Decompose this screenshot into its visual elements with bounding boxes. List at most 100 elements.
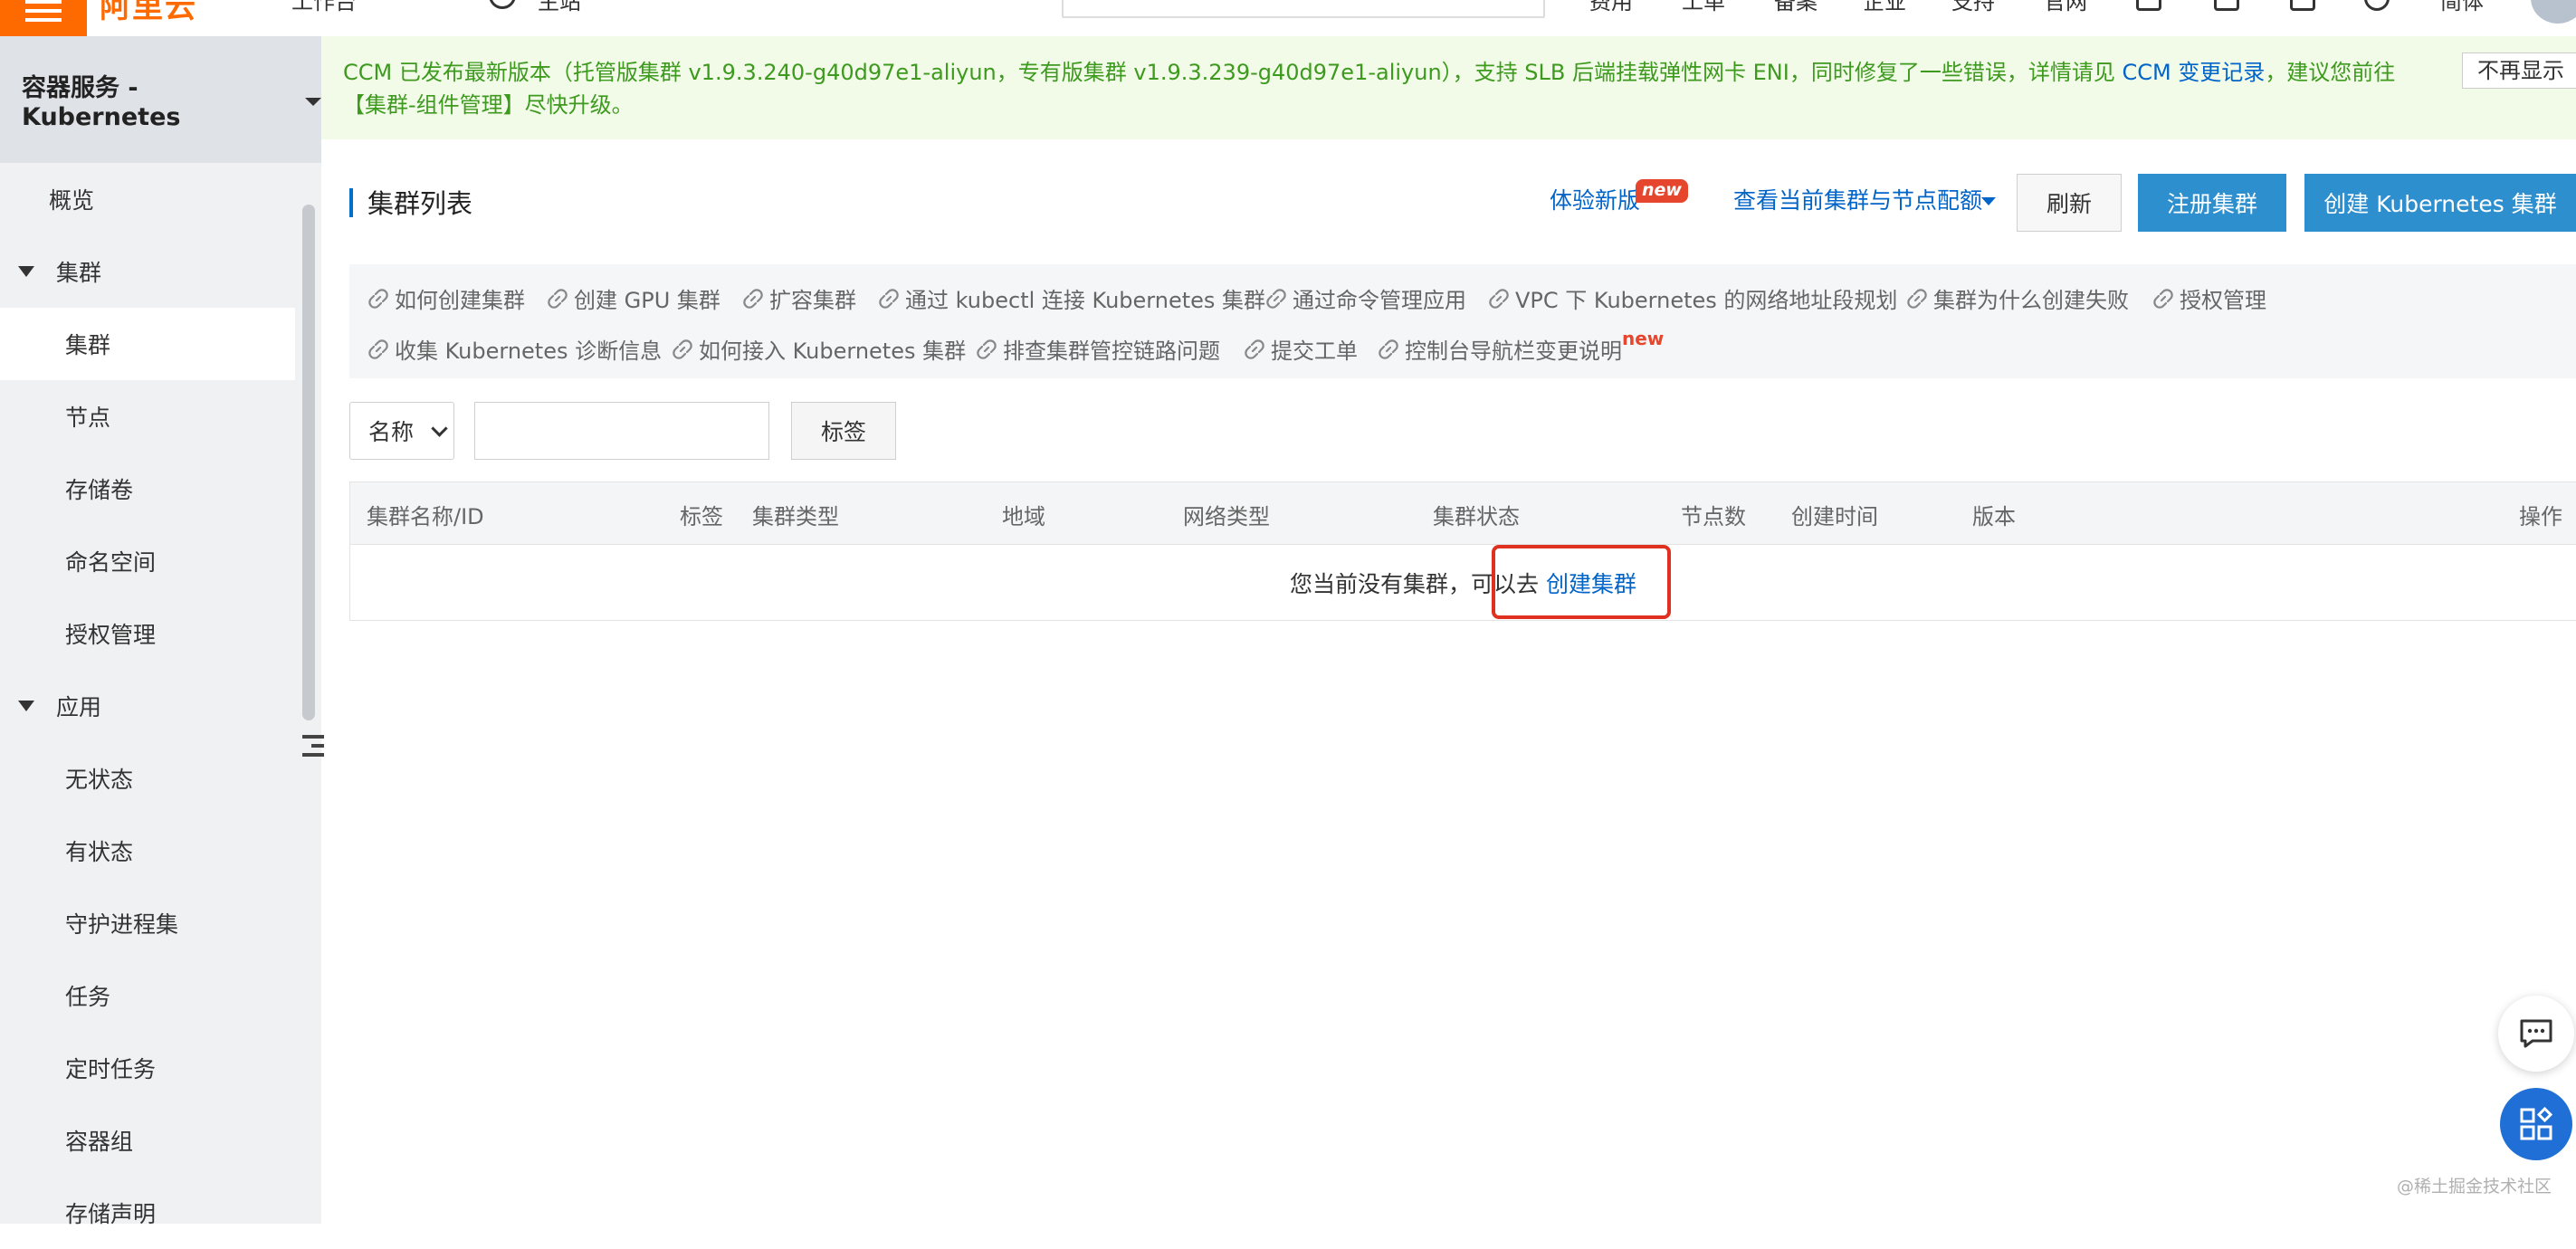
sidebar-item-overview[interactable]: 概览 xyxy=(0,163,295,235)
triangle-down-icon xyxy=(18,701,34,711)
home-icon xyxy=(489,0,516,9)
sidebar-scrollbar[interactable] xyxy=(302,205,315,720)
main-site-link[interactable]: 主站 xyxy=(538,0,581,15)
sidebar-item-nodes[interactable]: 节点 xyxy=(0,380,295,453)
sidebar-item-namespaces[interactable]: 命名空间 xyxy=(0,525,295,597)
sidebar-item-pods[interactable]: 容器组 xyxy=(0,1104,295,1177)
quota-dropdown-link[interactable]: 查看当前集群与节点配额 xyxy=(1733,183,1982,215)
sidebar-item-label: 概览 xyxy=(49,187,95,214)
hamburger-menu-button[interactable] xyxy=(0,0,87,36)
sidebar-item-cronjobs[interactable]: 定时任务 xyxy=(0,1032,295,1104)
create-kubernetes-cluster-button[interactable]: 创建 Kubernetes 集群 xyxy=(2304,174,2576,232)
try-new-version-link[interactable]: 体验新版 xyxy=(1550,183,1640,215)
sidebar-item-daemonsets[interactable]: 守护进程集 xyxy=(0,887,295,959)
dismiss-notice-button[interactable]: 不再显示 xyxy=(2462,52,2576,89)
help-link-label: VPC 下 Kubernetes 的网络地址段规划 xyxy=(1515,288,1898,313)
help-link-how-to-create[interactable]: 如何创建集群 xyxy=(367,282,525,314)
help-link-label: 扩容集群 xyxy=(769,288,856,313)
sidebar-item-statefulsets[interactable]: 有状态 xyxy=(0,815,295,887)
feedback-chat-button[interactable] xyxy=(2498,996,2574,1072)
sidebar-item-label: 定时任务 xyxy=(65,1056,157,1082)
sidebar-item-jobs[interactable]: 任务 xyxy=(0,959,295,1032)
column-header-type: 集群类型 xyxy=(752,504,839,529)
column-header-status: 集群状态 xyxy=(1433,504,1520,529)
top-nav-website[interactable]: 官网 xyxy=(2044,0,2087,15)
global-search-input[interactable] xyxy=(1062,0,1545,18)
filter-field-select[interactable]: 名称 xyxy=(349,402,454,460)
sidebar-item-pvcs[interactable]: 存储声明 xyxy=(0,1177,295,1249)
sidebar-item-volumes[interactable]: 存储卷 xyxy=(0,453,295,525)
sidebar: 容器服务 - Kubernetes 概览 集群 集群 节点 存储卷 命名空间 授… xyxy=(0,36,324,1227)
link-icon xyxy=(1489,288,1509,309)
link-icon xyxy=(1379,338,1398,359)
collapse-sidebar-icon[interactable] xyxy=(302,735,324,764)
help-link-authorization[interactable]: 授权管理 xyxy=(2152,282,2266,314)
cluster-search-input[interactable] xyxy=(474,402,769,460)
help-link-create-failure[interactable]: 集群为什么创建失败 xyxy=(1906,282,2129,314)
link-icon xyxy=(673,338,692,359)
link-icon xyxy=(977,338,997,359)
cart-icon[interactable] xyxy=(2290,0,2315,11)
help-link-nav-changes[interactable]: 控制台导航栏变更说明 new xyxy=(1378,328,1664,365)
link-icon xyxy=(368,338,388,359)
chat-icon xyxy=(2520,1019,2552,1048)
sidebar-group-label: 应用 xyxy=(56,694,102,720)
help-link-submit-ticket[interactable]: 提交工单 xyxy=(1244,333,1358,365)
link-icon xyxy=(743,288,763,309)
column-header-actions: 操作 xyxy=(2519,504,2562,529)
help-icon[interactable] xyxy=(2364,0,2390,11)
sidebar-item-label: 授权管理 xyxy=(65,622,157,648)
help-link-vpc-planning[interactable]: VPC 下 Kubernetes 的网络地址段规划 xyxy=(1488,282,1897,314)
register-cluster-button[interactable]: 注册集群 xyxy=(2138,174,2286,232)
sidebar-item-label: 任务 xyxy=(65,984,111,1010)
help-link-label: 通过 kubectl 连接 Kubernetes 集群 xyxy=(905,288,1266,313)
column-header-network: 网络类型 xyxy=(1183,504,1270,529)
ccm-changelog-link[interactable]: CCM 变更记录 xyxy=(2122,60,2265,85)
product-switcher[interactable]: 容器服务 - Kubernetes xyxy=(0,36,321,163)
help-link-cli-apps[interactable]: 通过命令管理应用 xyxy=(1265,282,1466,314)
sidebar-item-clusters[interactable]: 集群 xyxy=(0,308,295,380)
refresh-button[interactable]: 刷新 xyxy=(2017,174,2122,232)
top-nav-icp[interactable]: 备案 xyxy=(1774,0,1818,15)
link-icon xyxy=(548,288,568,309)
top-navbar: 阿里云 工作台 主站 费用 工单 备案 企业 支持 官网 简体 xyxy=(0,0,2576,37)
help-link-gpu-cluster[interactable]: 创建 GPU 集群 xyxy=(547,282,720,314)
column-header-tags: 标签 xyxy=(680,504,723,529)
tag-filter-button[interactable]: 标签 xyxy=(791,402,896,460)
page-title: 集群列表 xyxy=(367,188,473,219)
top-nav-fees[interactable]: 费用 xyxy=(1589,0,1633,15)
help-link-label: 如何创建集群 xyxy=(395,288,525,313)
apps-grid-icon xyxy=(2520,1106,2553,1140)
help-link-label: 提交工单 xyxy=(1271,338,1358,364)
message-icon[interactable] xyxy=(2136,0,2161,11)
help-link-troubleshoot-control[interactable]: 排查集群管控链路问题 xyxy=(976,333,1220,365)
hamburger-icon xyxy=(25,0,62,22)
aliyun-logo[interactable]: 阿里云 xyxy=(100,0,197,26)
caret-down-icon xyxy=(1981,197,1996,205)
avatar[interactable] xyxy=(2531,0,2576,24)
help-link-import-cluster[interactable]: 如何接入 Kubernetes 集群 xyxy=(672,333,966,365)
help-link-diagnostics[interactable]: 收集 Kubernetes 诊断信息 xyxy=(367,333,662,365)
language-switch[interactable]: 简体 xyxy=(2440,0,2484,15)
top-nav-tickets[interactable]: 工单 xyxy=(1682,0,1725,15)
column-header-nodes: 节点数 xyxy=(1681,504,1746,529)
sidebar-item-deployments[interactable]: 无状态 xyxy=(0,742,295,815)
top-nav-enterprise[interactable]: 企业 xyxy=(1863,0,1906,15)
sidebar-item-authorization[interactable]: 授权管理 xyxy=(0,597,295,670)
workbench-link[interactable]: 工作台 xyxy=(291,0,357,15)
sidebar-item-label: 集群 xyxy=(65,332,111,358)
annotation-highlight-box xyxy=(1492,545,1671,619)
quick-apps-button[interactable] xyxy=(2500,1088,2572,1160)
help-link-label: 如何接入 Kubernetes 集群 xyxy=(699,338,967,364)
help-link-label: 集群为什么创建失败 xyxy=(1933,288,2129,313)
bell-icon[interactable] xyxy=(2214,0,2239,11)
chevron-down-icon xyxy=(431,419,448,437)
top-nav-support[interactable]: 支持 xyxy=(1951,0,1995,15)
sidebar-group-applications[interactable]: 应用 xyxy=(0,670,295,742)
new-badge: new xyxy=(1636,179,1688,203)
help-link-scale-cluster[interactable]: 扩容集群 xyxy=(742,282,856,314)
sidebar-group-clusters[interactable]: 集群 xyxy=(0,235,295,308)
help-link-kubectl[interactable]: 通过 kubectl 连接 Kubernetes 集群 xyxy=(878,282,1265,314)
filter-field-value: 名称 xyxy=(368,419,415,445)
title-accent-bar xyxy=(349,188,353,217)
